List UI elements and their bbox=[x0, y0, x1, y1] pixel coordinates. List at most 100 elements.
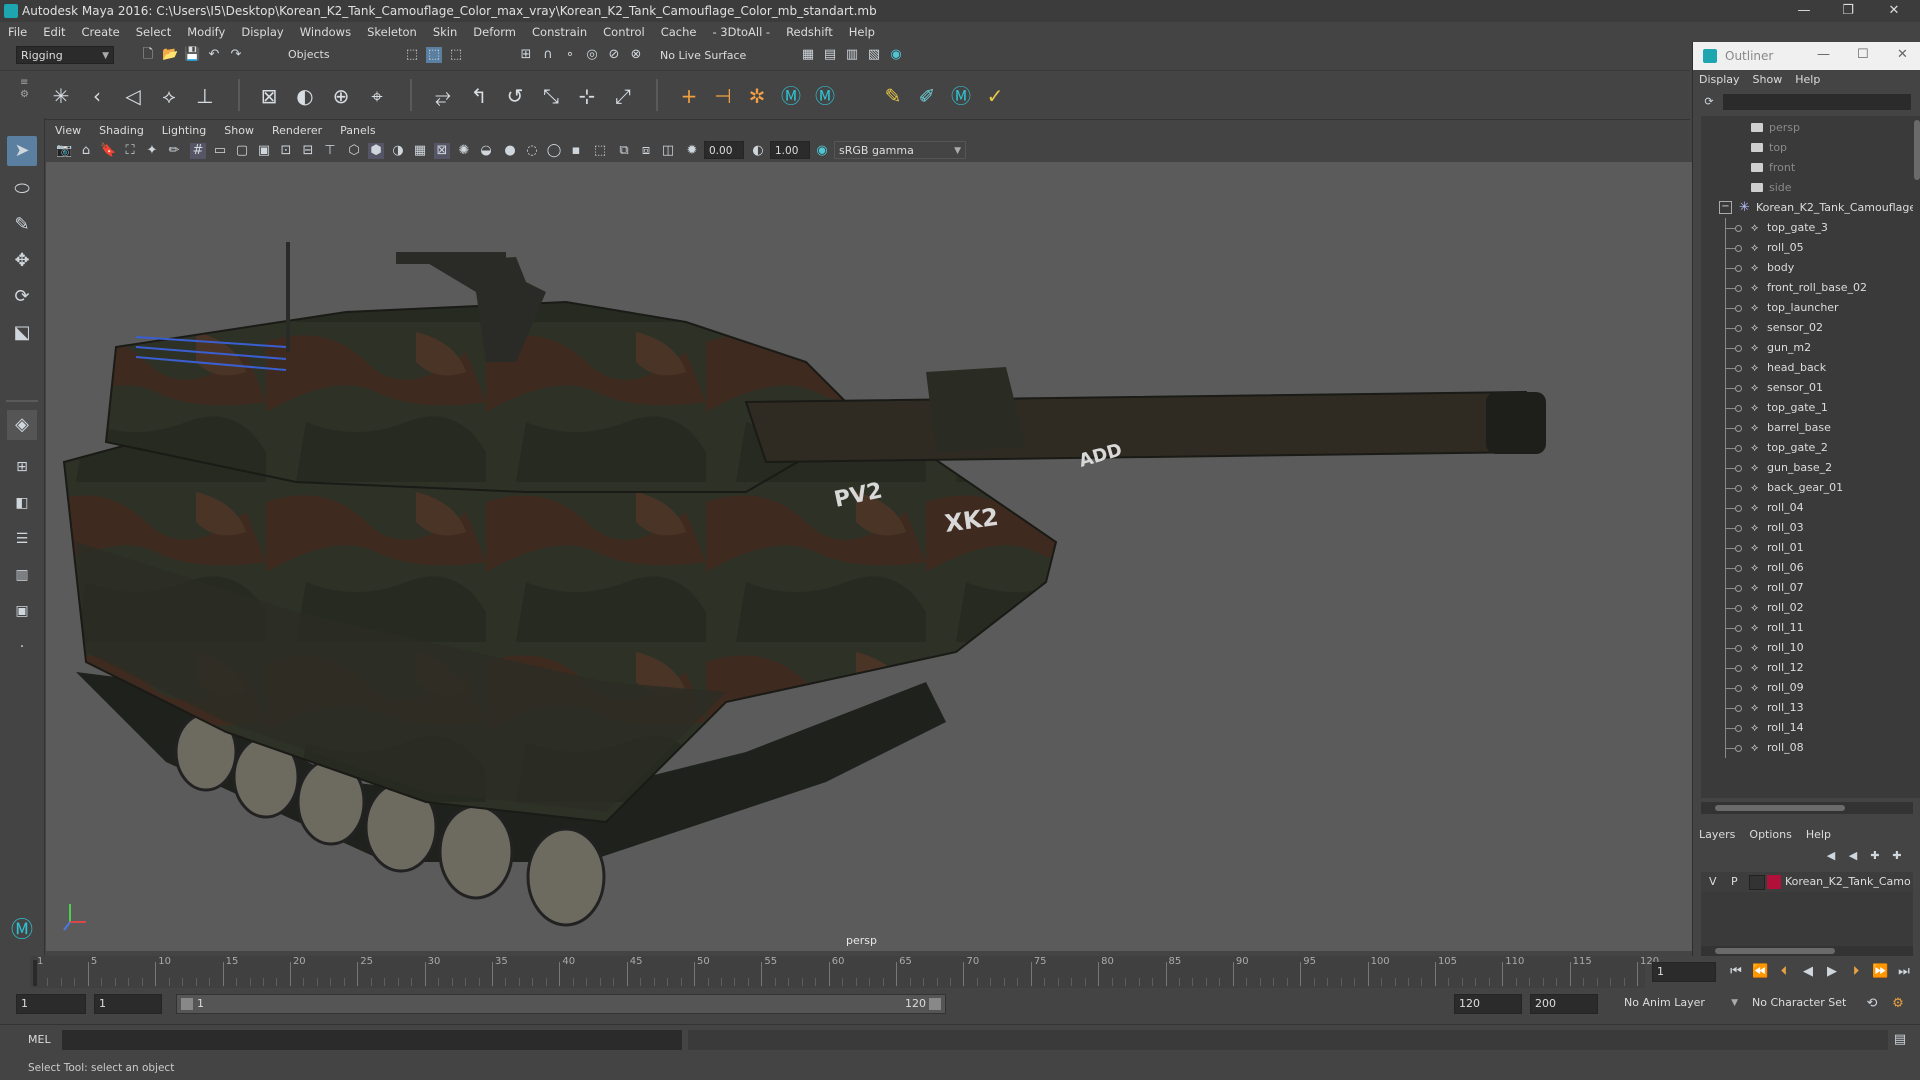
render-view-icon[interactable]: ▦ bbox=[800, 47, 816, 63]
outliner-item-roll_09[interactable]: ⟡ roll_09 bbox=[1701, 678, 1913, 698]
anim-start-field[interactable]: 1 bbox=[94, 994, 162, 1014]
motion-blur-icon[interactable]: ◌ bbox=[524, 143, 540, 159]
outliner-item-front_roll_base_02[interactable]: ⟡ front_roll_base_02 bbox=[1701, 278, 1913, 298]
panel-menu-show[interactable]: Show bbox=[215, 122, 263, 137]
bookmark-icon[interactable]: 🔖 bbox=[100, 143, 116, 159]
maximize-button[interactable]: ❐ bbox=[1828, 2, 1868, 20]
layer-playback-toggle[interactable]: P bbox=[1731, 875, 1738, 888]
layout-options-icon[interactable]: · bbox=[7, 632, 37, 662]
anim-end-field[interactable]: 120 bbox=[1454, 994, 1522, 1014]
depth-of-field-icon[interactable]: ▪ bbox=[568, 143, 584, 159]
cluster-handle-icon[interactable]: ⊣ bbox=[710, 83, 736, 109]
menu-skeleton[interactable]: Skeleton bbox=[359, 22, 425, 39]
undo-icon[interactable]: ↶ bbox=[206, 47, 222, 63]
menu-edit[interactable]: Edit bbox=[35, 22, 73, 39]
cluster-icon[interactable]: ⌖ bbox=[364, 83, 390, 109]
gate-mask-icon[interactable]: ▣ bbox=[256, 143, 272, 159]
open-scene-icon[interactable]: 📂 bbox=[162, 47, 178, 63]
gamma-field[interactable]: 1.00 bbox=[770, 141, 810, 159]
layer-type-toggle[interactable] bbox=[1749, 875, 1765, 890]
panel-menu-shading[interactable]: Shading bbox=[90, 122, 153, 137]
range-handle-end[interactable] bbox=[929, 998, 941, 1010]
outliner-item-gun_base_2[interactable]: ⟡ gun_base_2 bbox=[1701, 458, 1913, 478]
selection-mode-dropdown[interactable]: Objects bbox=[284, 46, 378, 64]
command-language-label[interactable]: MEL bbox=[28, 1033, 51, 1046]
snap-live-icon[interactable]: ⊗ bbox=[628, 47, 644, 63]
outliner-item-sensor_02[interactable]: ⟡ sensor_02 bbox=[1701, 318, 1913, 338]
menu-windows[interactable]: Windows bbox=[292, 22, 359, 39]
paint-select-icon[interactable]: ✎ bbox=[7, 210, 37, 240]
menu-create[interactable]: Create bbox=[74, 22, 128, 39]
minimize-button[interactable]: — bbox=[1784, 2, 1824, 20]
rotate-tool-icon[interactable]: ⟳ bbox=[7, 282, 37, 312]
bind-skin-icon[interactable]: ⊠ bbox=[256, 83, 282, 109]
animation-prefs-icon[interactable]: ⚙ bbox=[1890, 996, 1906, 1012]
live-surface-label[interactable]: No Live Surface bbox=[660, 49, 746, 62]
outliner-search-input[interactable] bbox=[1723, 94, 1911, 110]
grease-pencil-icon[interactable]: ✏ bbox=[166, 143, 182, 159]
outliner-item-roll_13[interactable]: ⟡ roll_13 bbox=[1701, 698, 1913, 718]
outliner-item-roll_11[interactable]: ⟡ roll_11 bbox=[1701, 618, 1913, 638]
collapse-toggle-icon[interactable]: − bbox=[1719, 201, 1732, 214]
menu-display[interactable]: Display bbox=[233, 22, 291, 39]
menuset-dropdown[interactable]: Rigging ▼ bbox=[16, 46, 114, 64]
xray-icon[interactable]: ⊠ bbox=[434, 143, 450, 159]
maya-tool-c-icon[interactable]: Ⓜ bbox=[948, 83, 974, 109]
current-time-indicator[interactable] bbox=[33, 960, 37, 986]
select-hierarchy-icon[interactable]: ⬚ bbox=[404, 47, 420, 63]
play-backward-icon[interactable]: ◀ bbox=[1800, 964, 1816, 980]
outliner-item-roll_12[interactable]: ⟡ roll_12 bbox=[1701, 658, 1913, 678]
scrollbar-thumb[interactable] bbox=[1914, 120, 1920, 180]
ipr-render-icon[interactable]: ▥ bbox=[844, 47, 860, 63]
new-layer-selected-icon[interactable]: ✚ bbox=[1889, 848, 1905, 864]
resolution-gate-icon[interactable]: ▢ bbox=[234, 143, 250, 159]
textured-icon[interactable]: ▦ bbox=[412, 143, 428, 159]
wireframe-icon[interactable]: ⬡ bbox=[346, 143, 362, 159]
constraint-point-icon[interactable]: ↰ bbox=[466, 83, 492, 109]
outliner-horizontal-scrollbar[interactable] bbox=[1701, 802, 1913, 814]
shadows-icon[interactable]: ◒ bbox=[478, 143, 494, 159]
panel-menu-lighting[interactable]: Lighting bbox=[153, 122, 215, 137]
new-layer-icon[interactable]: ✚ bbox=[1867, 848, 1883, 864]
outliner-camera-front[interactable]: front bbox=[1701, 158, 1913, 178]
menu-help[interactable]: Help bbox=[841, 22, 883, 39]
start-time-field[interactable]: 1 bbox=[16, 994, 86, 1014]
move-layer-up-icon[interactable]: ◀ bbox=[1823, 848, 1839, 864]
image-plane-icon[interactable]: ⛶ bbox=[122, 143, 138, 159]
lights-icon[interactable]: ✺ bbox=[456, 143, 472, 159]
menu-skin[interactable]: Skin bbox=[425, 22, 465, 39]
constraint-aim-icon[interactable]: ⊹ bbox=[574, 83, 600, 109]
outliner-item-roll_06[interactable]: ⟡ roll_06 bbox=[1701, 558, 1913, 578]
outliner-item-top_gate_1[interactable]: ⟡ top_gate_1 bbox=[1701, 398, 1913, 418]
mirror-joint-icon[interactable]: ⊥ bbox=[192, 83, 218, 109]
smooth-shade-icon[interactable]: ⬢ bbox=[368, 143, 384, 159]
outliner-item-roll_03[interactable]: ⟡ roll_03 bbox=[1701, 518, 1913, 538]
safe-title-icon[interactable]: ⊤ bbox=[322, 143, 338, 159]
xray-active-icon[interactable]: ⧈ bbox=[638, 143, 654, 159]
scale-tool-icon[interactable]: ⬕ bbox=[7, 318, 37, 348]
locator-icon[interactable]: + bbox=[676, 83, 702, 109]
auto-key-icon[interactable]: ⟲ bbox=[1864, 996, 1880, 1012]
new-scene-icon[interactable]: 🗋 bbox=[140, 47, 156, 63]
outliner-item-top_launcher[interactable]: ⟡ top_launcher bbox=[1701, 298, 1913, 318]
select-object-icon[interactable]: ⬚ bbox=[426, 47, 442, 63]
lattice-icon[interactable]: ⊕ bbox=[328, 83, 354, 109]
outliner-item-barrel_base[interactable]: ⟡ barrel_base bbox=[1701, 418, 1913, 438]
current-frame-field[interactable]: 1 bbox=[1652, 962, 1716, 982]
tank-model[interactable]: PV2 XK2 ADD bbox=[46, 162, 1692, 951]
snap-surface-icon[interactable]: ⊘ bbox=[606, 47, 622, 63]
select-tool-icon[interactable]: ➤ bbox=[7, 136, 37, 166]
layer-visibility-toggle[interactable]: V bbox=[1709, 875, 1717, 888]
script-editor-icon[interactable]: ▤ bbox=[1892, 1032, 1908, 1048]
ik-handle-icon[interactable]: ‹ bbox=[84, 83, 110, 109]
render-frame-icon[interactable]: ▤ bbox=[822, 47, 838, 63]
outliner-filter-icon[interactable]: ⟳ bbox=[1701, 94, 1717, 110]
outliner-maximize-button[interactable]: ☐ bbox=[1857, 47, 1869, 62]
shelf-options-icon[interactable]: ≡ ⚙ bbox=[20, 77, 30, 113]
render-settings-icon[interactable]: ▧ bbox=[866, 47, 882, 63]
end-time-field[interactable]: 200 bbox=[1530, 994, 1598, 1014]
scrollbar-thumb[interactable] bbox=[1715, 948, 1835, 954]
default-lighting-icon[interactable]: ◑ bbox=[390, 143, 406, 159]
persp-graph-layout-icon[interactable]: ▥ bbox=[7, 560, 37, 590]
exposure-icon[interactable]: ✹ bbox=[684, 143, 700, 159]
